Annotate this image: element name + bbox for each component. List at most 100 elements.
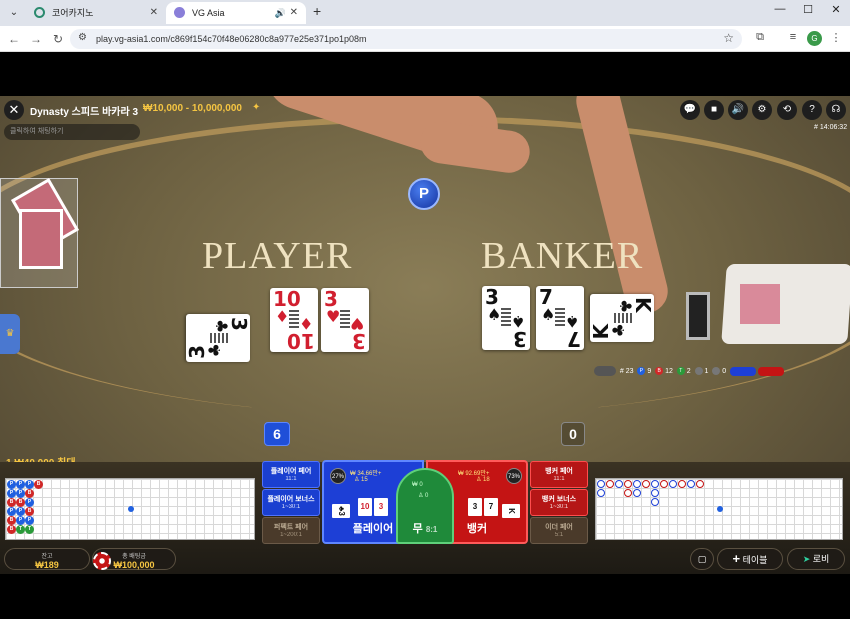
chat-icon[interactable]: 💬 [680, 100, 700, 120]
lobby-button[interactable]: ➤ 로비 [787, 548, 845, 570]
limit-info-icon[interactable]: ✦ [252, 102, 260, 113]
forward-icon[interactable]: → [28, 31, 44, 47]
bookmark-star-icon[interactable]: ☆ [723, 31, 734, 45]
new-tab-icon[interactable]: + [313, 3, 321, 19]
big-road-player [687, 480, 695, 488]
big-road-banker [696, 480, 704, 488]
road-next [717, 506, 723, 512]
tab-close-icon[interactable]: ✕ [290, 2, 298, 24]
bead-p: P [16, 489, 25, 498]
banker-bonus-bet[interactable]: 뱅커 보너스 1~30:1 [530, 489, 588, 516]
site-info-icon[interactable]: ⚙ [78, 32, 87, 43]
table-limit: ₩10,000 - 10,000,000 [143, 103, 242, 114]
sound-icon[interactable]: 🔊 [728, 100, 748, 120]
extensions-icon[interactable]: ⧉ [752, 31, 768, 44]
discard-tray [0, 178, 80, 288]
bead-p: P [16, 480, 25, 489]
chat-input[interactable]: 클릭하여 채팅하기 [4, 124, 140, 140]
browser-tab-vg-asia[interactable]: VG Asia 🔊 ✕ [166, 2, 306, 24]
history-icon[interactable]: ⟲ [777, 100, 797, 120]
banker-pairs-count: 0 [722, 367, 727, 375]
chip-icon[interactable] [93, 552, 111, 570]
bead-road[interactable]: PPBPBBPPBPPTPBPBPTB [5, 478, 255, 540]
window-close-icon[interactable]: ✕ [826, 3, 846, 16]
balance-pill: 잔고 ₩189 [4, 548, 90, 570]
balance-label: 잔고 [41, 554, 53, 560]
browser-toolbar: ← → ↻ ⚙ play.vg-asia1.com/c869f154c70f48… [0, 26, 850, 52]
tie-main-bet[interactable]: ₩ 0 ♙ 0 무 8:1 [396, 468, 454, 544]
bead-b: B [7, 498, 16, 507]
banker-pair-bet[interactable]: 뱅커 페어 11:1 [530, 461, 588, 488]
mini-card: 3 [468, 498, 482, 516]
letterbox-bottom [0, 574, 850, 619]
reload-icon[interactable]: ↻ [50, 31, 66, 47]
discard-card [19, 209, 63, 269]
browser-tab-strip: ⌄ 코어카지노 ✕ VG Asia 🔊 ✕ + — ☐ ✕ [0, 0, 850, 26]
bead-p: P [7, 489, 16, 498]
video-icon[interactable]: ■ [704, 100, 724, 120]
address-bar[interactable]: ⚙ play.vg-asia1.com/c869f154c70f48e06280… [70, 29, 742, 49]
big-road-banker [624, 489, 632, 497]
banker-wins-count: 12 [665, 367, 673, 375]
rounds-count: # 23 [619, 367, 634, 375]
bead-next [128, 506, 134, 512]
maximize-icon[interactable]: ☐ [798, 3, 818, 16]
browser-menu-icon[interactable]: ⋮ [828, 31, 844, 44]
big-road-banker [678, 480, 686, 488]
back-icon[interactable]: ← [6, 31, 22, 47]
big-road-player [597, 480, 605, 488]
banker-bet-percentage: 73% [506, 468, 522, 484]
favorites-trophy-icon[interactable]: ♛ [0, 314, 20, 354]
big-road-banker [624, 480, 632, 488]
player-pair-stat-icon [694, 367, 703, 375]
tab-close-icon[interactable]: ✕ [150, 2, 158, 24]
settings-gear-icon[interactable]: ⚙ [752, 100, 772, 120]
table-name: Dynasty 스피드 바카라 3 [30, 107, 139, 118]
big-road-player [615, 480, 623, 488]
player-pair-bet[interactable]: 플레이어 페어 11:1 [262, 461, 320, 488]
player-marker-chip: P [408, 178, 440, 210]
tables-button[interactable]: + 테이블 [717, 548, 783, 570]
player-pairs-count: 1 [704, 367, 709, 375]
round-clock: # 14:06:32 [814, 124, 848, 131]
close-game-icon[interactable]: ✕ [4, 100, 24, 120]
bead-p: P [25, 516, 34, 525]
big-road-player [633, 480, 641, 488]
player-card-2: 10 ♦ 10 ♦ [270, 288, 318, 353]
minimize-icon[interactable]: — [770, 3, 790, 15]
player-wins-icon: P [637, 367, 646, 375]
tie-bet-label: 무 8:1 [412, 523, 438, 535]
bead-p: P [25, 480, 34, 489]
banker-ask-button[interactable] [758, 366, 784, 376]
stats-toggle[interactable] [594, 366, 616, 376]
game-header: ✕ Dynasty 스피드 바카라 3 ₩10,000 - 10,000,000… [0, 96, 850, 122]
big-road[interactable] [595, 478, 843, 540]
ties-icon: T [676, 367, 685, 375]
bead-b: B [7, 525, 16, 534]
banker-card-1: 3 ♠ 3 ♠ [482, 286, 530, 351]
big-road-player [633, 489, 641, 497]
tab-audio-icon[interactable]: 🔊 [275, 2, 286, 24]
either-pair-bet[interactable]: 이더 페어 5:1 [530, 517, 588, 544]
ties-count: 2 [686, 367, 691, 375]
big-road-player [651, 480, 659, 488]
profile-avatar[interactable]: G [807, 31, 822, 46]
player-bonus-bet[interactable]: 플레이어 보너스 1~30:1 [262, 489, 320, 516]
perfect-pair-bet[interactable]: 퍼펙트 페어 1~200:1 [262, 517, 320, 544]
browser-tab-core-casino[interactable]: 코어카지노 ✕ [26, 2, 166, 24]
bead-b: B [7, 516, 16, 525]
big-road-player [651, 498, 659, 506]
banker-card-3: K ♣ K ♣ [589, 294, 655, 342]
help-icon[interactable]: ? [802, 100, 822, 120]
media-controls-icon[interactable]: ≡ [785, 31, 801, 43]
tie-bet-total: ₩ 0 [412, 482, 423, 488]
tab-search-chevron-icon[interactable]: ⌄ [6, 5, 22, 21]
big-road-banker [660, 480, 668, 488]
mini-card: K [502, 504, 520, 518]
banker-pair-stat-icon [712, 367, 721, 375]
player-ask-button[interactable] [730, 366, 757, 376]
chat-toggle-icon[interactable]: ▢ [690, 548, 714, 570]
shoe-card-back [740, 284, 780, 324]
support-headset-icon[interactable]: ☊ [826, 100, 846, 120]
url-text[interactable]: play.vg-asia1.com/c869f154c70f48e06280c8… [96, 29, 367, 49]
